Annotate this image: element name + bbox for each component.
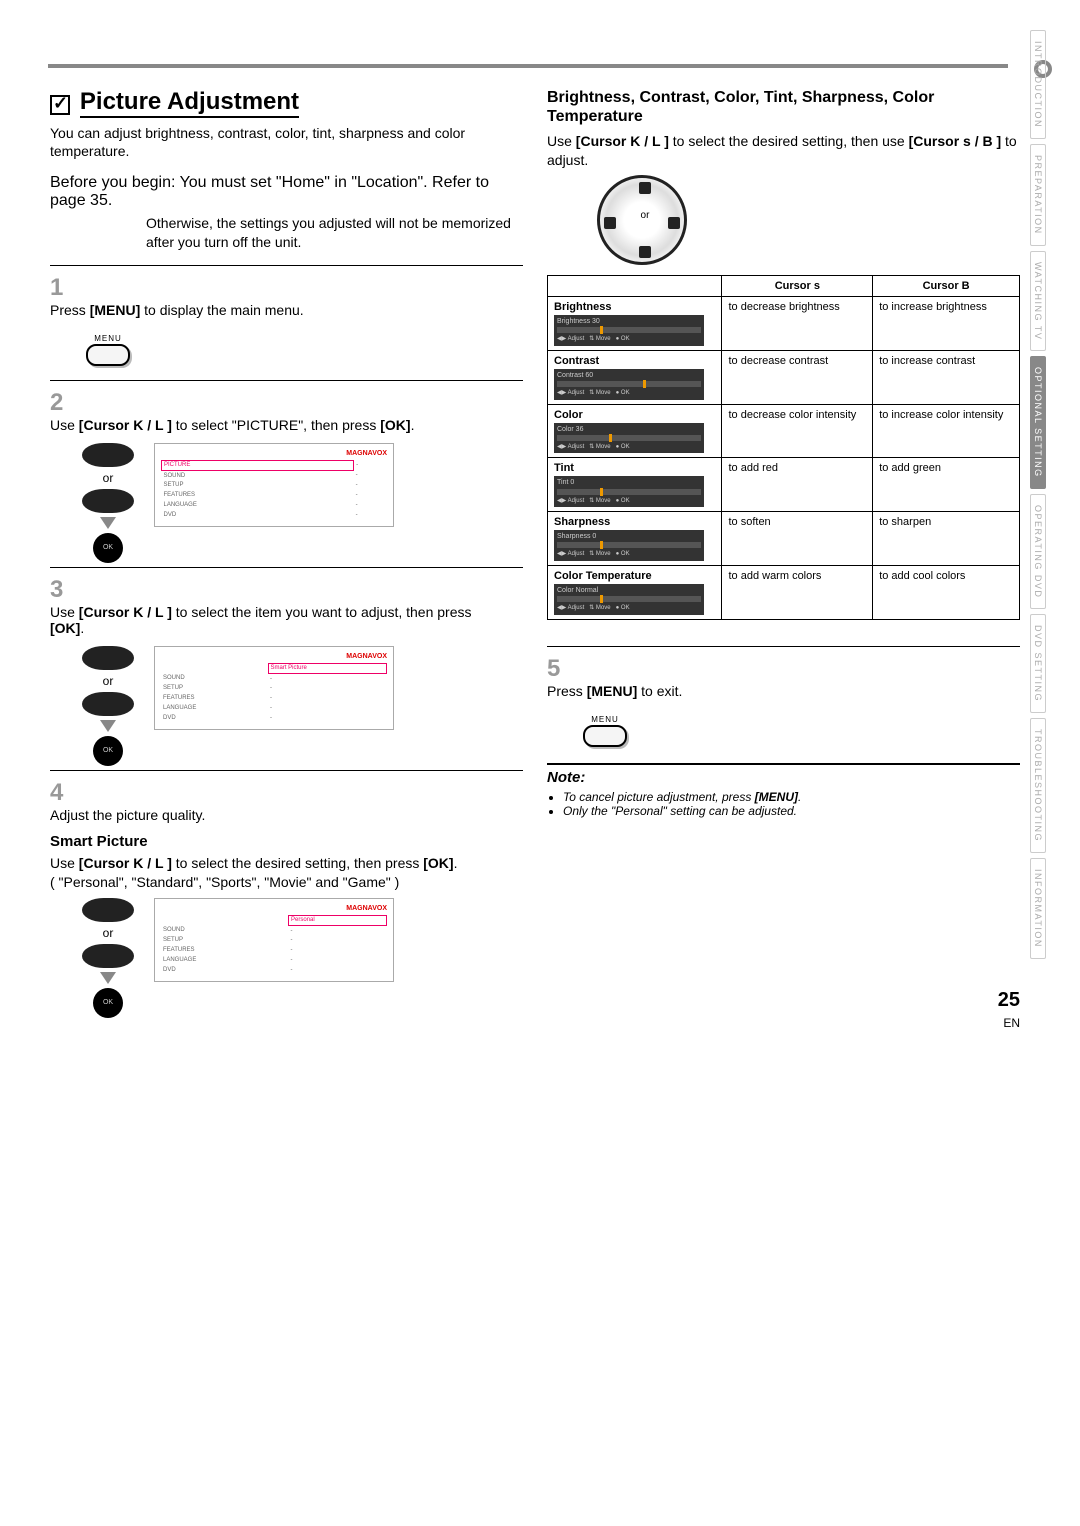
divider (50, 265, 523, 266)
col-cursor-left: Cursor s (722, 275, 873, 296)
divider (50, 380, 523, 381)
side-tabs: INTRODUCTION PREPARATION WATCHING TV OPTION… (1030, 30, 1052, 964)
ok-button-icon: OK (93, 988, 123, 1018)
ok-button-icon: OK (93, 533, 123, 563)
menu-button-icon (583, 725, 627, 747)
side-tab-watching-tv[interactable]: WATCHING TV (1030, 251, 1046, 351)
note-item: Only the "Personal" setting can be adjus… (563, 804, 1020, 818)
divider (50, 567, 523, 568)
step3-graphic: or OK MAGNAVOX Smart PictureSOUND-SETUP-… (76, 646, 523, 756)
intro-text: You can adjust brightness, contrast, col… (50, 124, 523, 160)
note-item: To cancel picture adjustment, press [MEN… (563, 790, 1020, 804)
dpad-icon: or OK (76, 898, 140, 1008)
top-rule (48, 64, 1008, 68)
page-number: 25 (998, 989, 1020, 1012)
smart-picture-text: Use [Cursor K / L ] to select the desire… (50, 854, 523, 872)
table-row: Color TemperatureColor Normal◀▶ Adjust ⇅… (548, 566, 1020, 620)
adjustment-heading: Brightness, Contrast, Color, Tint, Sharp… (547, 88, 1020, 126)
side-tab-introduction[interactable]: INTRODUCTION (1030, 30, 1046, 139)
side-tab-optional-setting[interactable]: OPTIONAL SETTING (1030, 356, 1046, 489)
step-3: 3 Use [Cursor K / L ] to select the item… (50, 576, 523, 636)
step2-graphic: or OK MAGNAVOX PICTURE-SOUND-SETUP-FEATU… (76, 443, 523, 553)
step-2: 2 Use [Cursor K / L ] to select "PICTURE… (50, 389, 523, 433)
side-tab-information[interactable]: INFORMATION (1030, 858, 1046, 959)
smart-picture-options: ( "Personal", "Standard", "Sports", "Mov… (50, 874, 523, 890)
menu-button-icon (86, 344, 130, 366)
manual-page: INTRODUCTION PREPARATION WATCHING TV OPTION… (0, 0, 1080, 1042)
osd-menu-picture: MAGNAVOX PICTURE-SOUND-SETUP-FEATURES-LA… (154, 443, 394, 528)
table-row: ContrastContrast 60◀▶ Adjust ⇅ Move ● OK… (548, 350, 1020, 404)
side-tab-dvd-setting[interactable]: DVD SETTING (1030, 614, 1046, 713)
col-cursor-right: Cursor B (873, 275, 1020, 296)
step4-graphic: or OK MAGNAVOX PersonalSOUND-SETUP-FEATU… (76, 898, 523, 1008)
side-tab-troubleshooting[interactable]: TROUBLESHOOTING (1030, 718, 1046, 853)
before-you-begin: Before you begin: You must set "Home" in… (50, 174, 523, 210)
osd-menu-personal: MAGNAVOX PersonalSOUND-SETUP-FEATURES-LA… (154, 898, 394, 983)
note-box: Note: To cancel picture adjustment, pres… (547, 763, 1020, 818)
right-column: Brightness, Contrast, Color, Tint, Sharp… (547, 88, 1020, 1022)
page-title-wrap: Picture Adjustment (50, 88, 523, 124)
step-5: 5 Press [MENU] to exit. (547, 655, 1020, 699)
adjustment-desc: Use [Cursor K / L ] to select the desire… (547, 132, 1020, 168)
table-row: BrightnessBrightness 30◀▶ Adjust ⇅ Move … (548, 296, 1020, 350)
menu-button-graphic: MENU (583, 709, 1020, 747)
adjustment-table: Cursor s Cursor B BrightnessBrightness 3… (547, 275, 1020, 620)
page-language: EN (1003, 1016, 1020, 1030)
page-title: Picture Adjustment (80, 88, 299, 118)
table-row: ColorColor 36◀▶ Adjust ⇅ Move ● OKto dec… (548, 404, 1020, 458)
osd-menu-smartpicture: MAGNAVOX Smart PictureSOUND-SETUP-FEATUR… (154, 646, 394, 731)
circular-dpad-icon: or (597, 175, 687, 265)
step-4: 4 Adjust the picture quality. (50, 779, 523, 823)
divider (50, 770, 523, 771)
table-row: TintTint 0◀▶ Adjust ⇅ Move ● OKto add re… (548, 458, 1020, 512)
step-1: 1 Press [MENU] to display the main menu. (50, 274, 523, 318)
ok-button-icon: OK (93, 736, 123, 766)
table-row: SharpnessSharpness 0◀▶ Adjust ⇅ Move ● O… (548, 512, 1020, 566)
side-tab-operating-dvd[interactable]: OPERATING DVD (1030, 494, 1046, 609)
menu-button-graphic: MENU (86, 328, 523, 366)
smart-picture-heading: Smart Picture (50, 833, 523, 850)
checkbox-icon (50, 95, 70, 115)
side-tab-preparation[interactable]: PREPARATION (1030, 144, 1046, 246)
dpad-icon: or OK (76, 646, 140, 756)
divider (547, 646, 1020, 647)
before-continued: Otherwise, the settings you adjusted wil… (146, 214, 523, 250)
dpad-icon: or OK (76, 443, 140, 553)
left-column: Picture Adjustment You can adjust bright… (50, 88, 523, 1022)
